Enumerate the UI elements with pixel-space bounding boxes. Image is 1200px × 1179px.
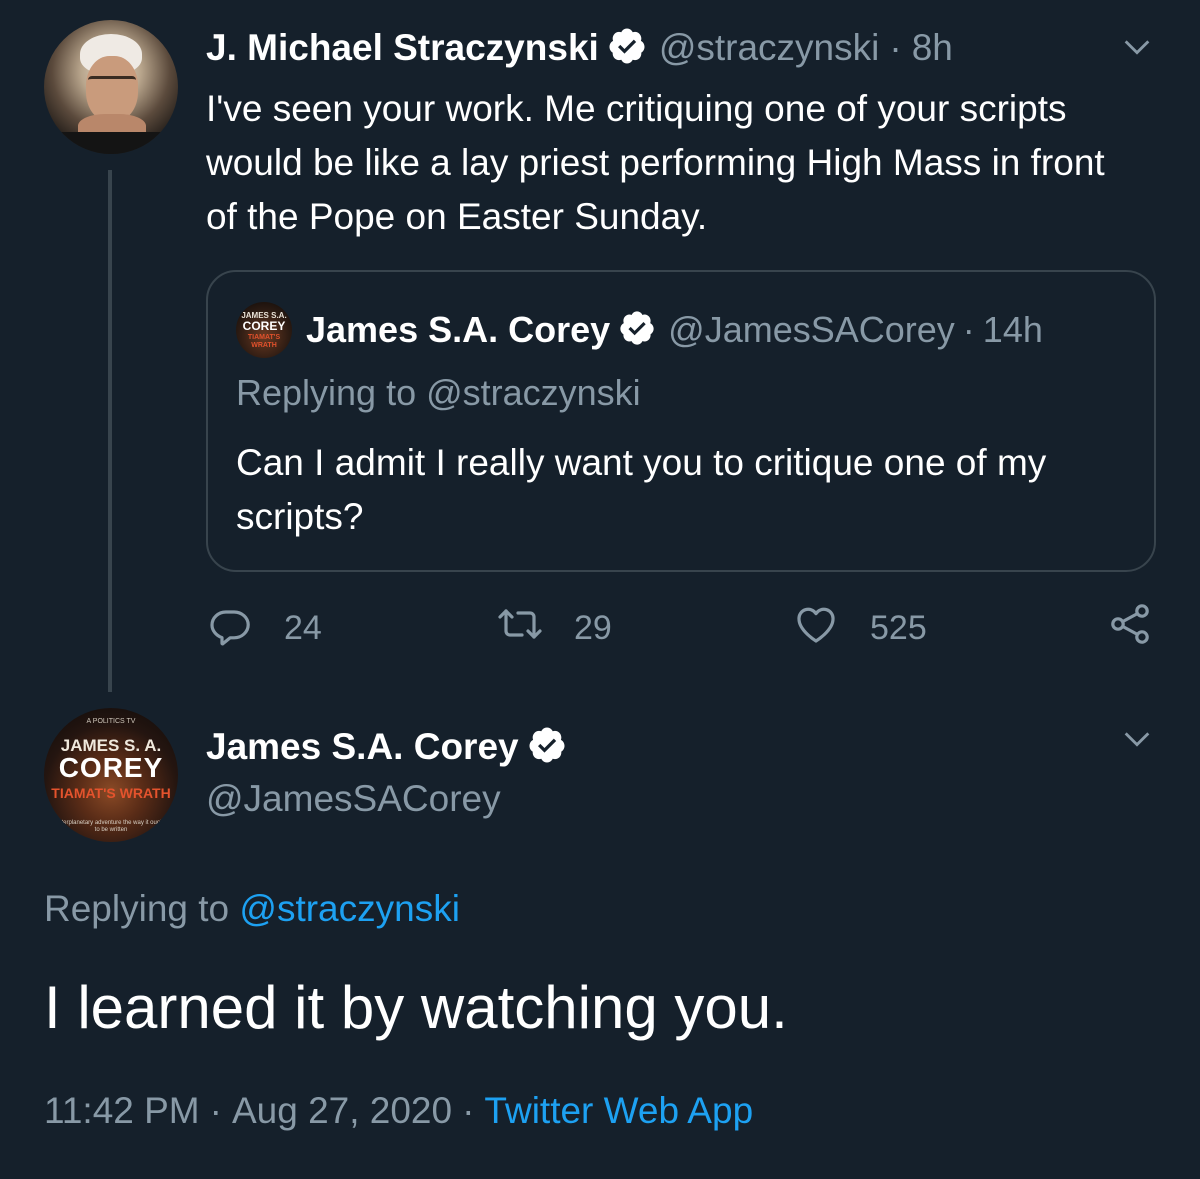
chevron-down-icon[interactable] bbox=[1120, 722, 1154, 756]
avatar-face bbox=[86, 56, 138, 122]
main-author-name[interactable]: James S.A. Corey bbox=[206, 726, 519, 768]
separator-dot: · bbox=[462, 1090, 475, 1131]
tweet-action-bar: 24 29 525 bbox=[206, 600, 1156, 656]
main-replying-to: Replying to @straczynski bbox=[44, 888, 460, 930]
tweet-time[interactable]: 11:42 PM bbox=[44, 1090, 200, 1131]
verified-badge-icon bbox=[527, 725, 567, 770]
like-button[interactable]: 525 bbox=[792, 600, 927, 656]
reply-button[interactable]: 24 bbox=[206, 600, 322, 656]
tweet-thread: J. Michael Straczynski @straczynski · 8h… bbox=[0, 0, 1200, 1179]
parent-tweet-text: I've seen your work. Me critiquing one o… bbox=[206, 88, 1105, 237]
reply-count: 24 bbox=[284, 608, 322, 647]
avatar-shirt bbox=[52, 132, 172, 154]
share-icon bbox=[1106, 600, 1154, 657]
like-count: 525 bbox=[870, 608, 927, 647]
tweet-date[interactable]: Aug 27, 2020 bbox=[232, 1090, 452, 1131]
main-author-handle[interactable]: @JamesSACorey bbox=[206, 778, 501, 820]
quoted-avatar-text-mid: COREY bbox=[242, 319, 286, 333]
avatar-text-red: TIAMAT'S WRATH bbox=[51, 785, 171, 801]
quoted-author-handle: @JamesSACorey bbox=[668, 309, 955, 350]
author-handle[interactable]: @straczynski bbox=[659, 27, 880, 69]
author-name[interactable]: J. Michael Straczynski bbox=[206, 27, 599, 69]
avatar-glasses bbox=[88, 76, 136, 88]
main-tweet-text: I learned it by watching you. bbox=[44, 974, 788, 1041]
avatar-text-mid: COREY bbox=[58, 752, 164, 783]
quoted-replying-to: Replying to @straczynski bbox=[236, 372, 641, 413]
author-avatar[interactable] bbox=[44, 20, 178, 154]
retweet-count: 29 bbox=[574, 608, 612, 647]
retweet-button[interactable]: 29 bbox=[496, 600, 612, 656]
main-author-header: James S.A. Corey bbox=[206, 724, 567, 770]
quoted-tweet-card[interactable]: JAMES S.A. COREY TIAMAT'S WRATH James S.… bbox=[206, 270, 1156, 572]
quoted-avatar-text-bot: TIAMAT'S WRATH bbox=[247, 334, 281, 349]
separator-dot: · bbox=[889, 27, 902, 68]
reply-icon bbox=[206, 600, 254, 657]
quoted-tweet-header: James S.A. Corey @JamesSACorey · 14h bbox=[306, 306, 1043, 354]
separator-dot: · bbox=[209, 1090, 222, 1131]
tweet-source-link[interactable]: Twitter Web App bbox=[484, 1090, 753, 1131]
tweet-timestamp[interactable]: 8h bbox=[912, 27, 953, 69]
replying-prefix: Replying to bbox=[44, 888, 230, 929]
main-author-avatar[interactable]: A POLITICS TV JAMES S. A. COREY TIAMAT'S… bbox=[44, 708, 178, 842]
share-button[interactable] bbox=[1106, 600, 1154, 656]
verified-badge-icon bbox=[618, 309, 656, 352]
quoted-tweet-timestamp: 14h bbox=[982, 309, 1043, 350]
quoted-tweet-text: Can I admit I really want you to critiqu… bbox=[236, 442, 1047, 537]
retweet-icon bbox=[496, 600, 544, 657]
verified-badge-icon bbox=[607, 26, 647, 71]
like-icon bbox=[792, 600, 840, 657]
replying-handle-link[interactable]: @straczynski bbox=[239, 888, 460, 929]
quoted-author-avatar: JAMES S.A. COREY TIAMAT'S WRATH bbox=[236, 302, 292, 358]
chevron-down-icon[interactable] bbox=[1120, 30, 1154, 64]
quoted-author-name: James S.A. Corey bbox=[306, 309, 611, 350]
main-tweet-meta: 11:42 PM · Aug 27, 2020 · Twitter Web App bbox=[44, 1090, 753, 1132]
thread-connector-line bbox=[108, 170, 112, 692]
avatar-text-small: interplanetary adventure the way it ough… bbox=[56, 820, 166, 833]
avatar-text-tiny: A POLITICS TV bbox=[86, 718, 136, 725]
parent-tweet-header: J. Michael Straczynski @straczynski · 8h bbox=[206, 24, 953, 72]
separator-dot: · bbox=[962, 309, 975, 350]
